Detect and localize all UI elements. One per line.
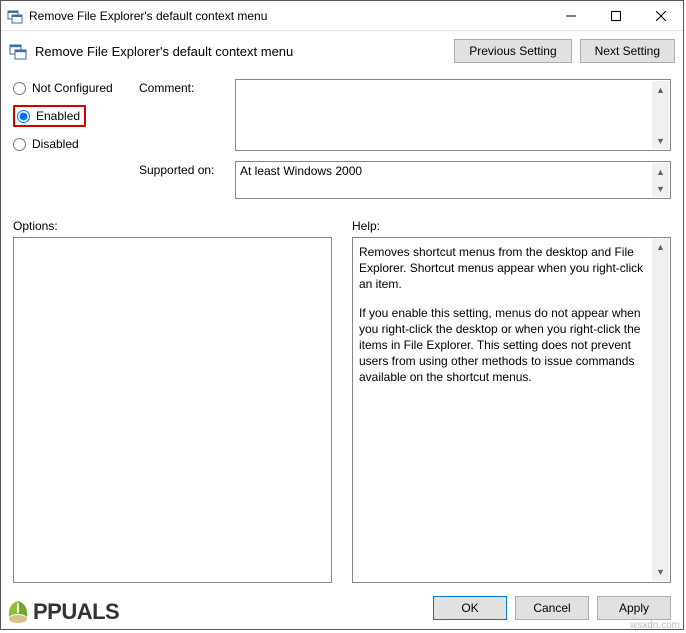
radio-not-configured-label: Not Configured bbox=[32, 81, 113, 95]
state-radio-group: Not Configured Enabled Disabled bbox=[13, 79, 133, 199]
subheader: Remove File Explorer's default context m… bbox=[1, 31, 683, 71]
ok-button[interactable]: OK bbox=[433, 596, 507, 620]
scrollbar[interactable]: ▲ ▼ bbox=[652, 239, 669, 581]
options-box bbox=[13, 237, 332, 583]
supported-on-label: Supported on: bbox=[139, 157, 229, 199]
comment-label: Comment: bbox=[139, 79, 229, 95]
source-watermark: wsxdn.com bbox=[630, 620, 680, 631]
supported-on-value: At least Windows 2000 bbox=[240, 164, 362, 178]
scrollbar[interactable]: ▲ ▼ bbox=[652, 163, 669, 197]
comment-textarea[interactable]: ▲ ▼ bbox=[235, 79, 671, 151]
policy-icon bbox=[9, 42, 27, 60]
scroll-down-icon[interactable]: ▼ bbox=[652, 180, 669, 197]
previous-setting-button[interactable]: Previous Setting bbox=[454, 39, 571, 63]
radio-disabled-label: Disabled bbox=[32, 137, 79, 151]
policy-title: Remove File Explorer's default context m… bbox=[35, 44, 446, 59]
titlebar: Remove File Explorer's default context m… bbox=[1, 1, 683, 31]
radio-not-configured[interactable]: Not Configured bbox=[13, 81, 133, 95]
supported-on-box: At least Windows 2000 ▲ ▼ bbox=[235, 161, 671, 199]
scroll-down-icon[interactable]: ▼ bbox=[652, 564, 669, 581]
dialog-footer: OK Cancel Apply PPUALS bbox=[1, 587, 683, 629]
help-box: Removes shortcut menus from the desktop … bbox=[352, 237, 671, 583]
radio-not-configured-input[interactable] bbox=[13, 82, 26, 95]
cancel-button[interactable]: Cancel bbox=[515, 596, 589, 620]
help-label: Help: bbox=[352, 219, 671, 233]
policy-icon bbox=[7, 8, 23, 24]
scroll-up-icon[interactable]: ▲ bbox=[652, 239, 669, 256]
window-title: Remove File Explorer's default context m… bbox=[29, 9, 548, 23]
scroll-down-icon[interactable]: ▼ bbox=[652, 132, 669, 149]
leaf-icon bbox=[5, 599, 31, 625]
close-button[interactable] bbox=[638, 1, 683, 30]
radio-enabled-label: Enabled bbox=[36, 109, 80, 123]
help-paragraph: Removes shortcut menus from the desktop … bbox=[359, 244, 648, 293]
radio-disabled-input[interactable] bbox=[13, 138, 26, 151]
radio-enabled-input[interactable] bbox=[17, 110, 30, 123]
scroll-up-icon[interactable]: ▲ bbox=[652, 81, 669, 98]
radio-enabled[interactable]: Enabled bbox=[13, 105, 86, 127]
dialog-window: Remove File Explorer's default context m… bbox=[0, 0, 684, 630]
apply-button[interactable]: Apply bbox=[597, 596, 671, 620]
lower-panels: Options: Help: Removes shortcut menus fr… bbox=[1, 205, 683, 587]
next-setting-button[interactable]: Next Setting bbox=[580, 39, 675, 63]
settings-grid: Not Configured Enabled Disabled Comment:… bbox=[1, 71, 683, 205]
maximize-button[interactable] bbox=[593, 1, 638, 30]
scroll-up-icon[interactable]: ▲ bbox=[652, 163, 669, 180]
brand-text: PPUALS bbox=[33, 599, 119, 625]
radio-disabled[interactable]: Disabled bbox=[13, 137, 133, 151]
minimize-button[interactable] bbox=[548, 1, 593, 30]
brand-watermark: PPUALS bbox=[5, 599, 119, 625]
help-paragraph: If you enable this setting, menus do not… bbox=[359, 305, 648, 386]
scrollbar[interactable]: ▲ ▼ bbox=[652, 81, 669, 149]
options-label: Options: bbox=[13, 219, 332, 233]
